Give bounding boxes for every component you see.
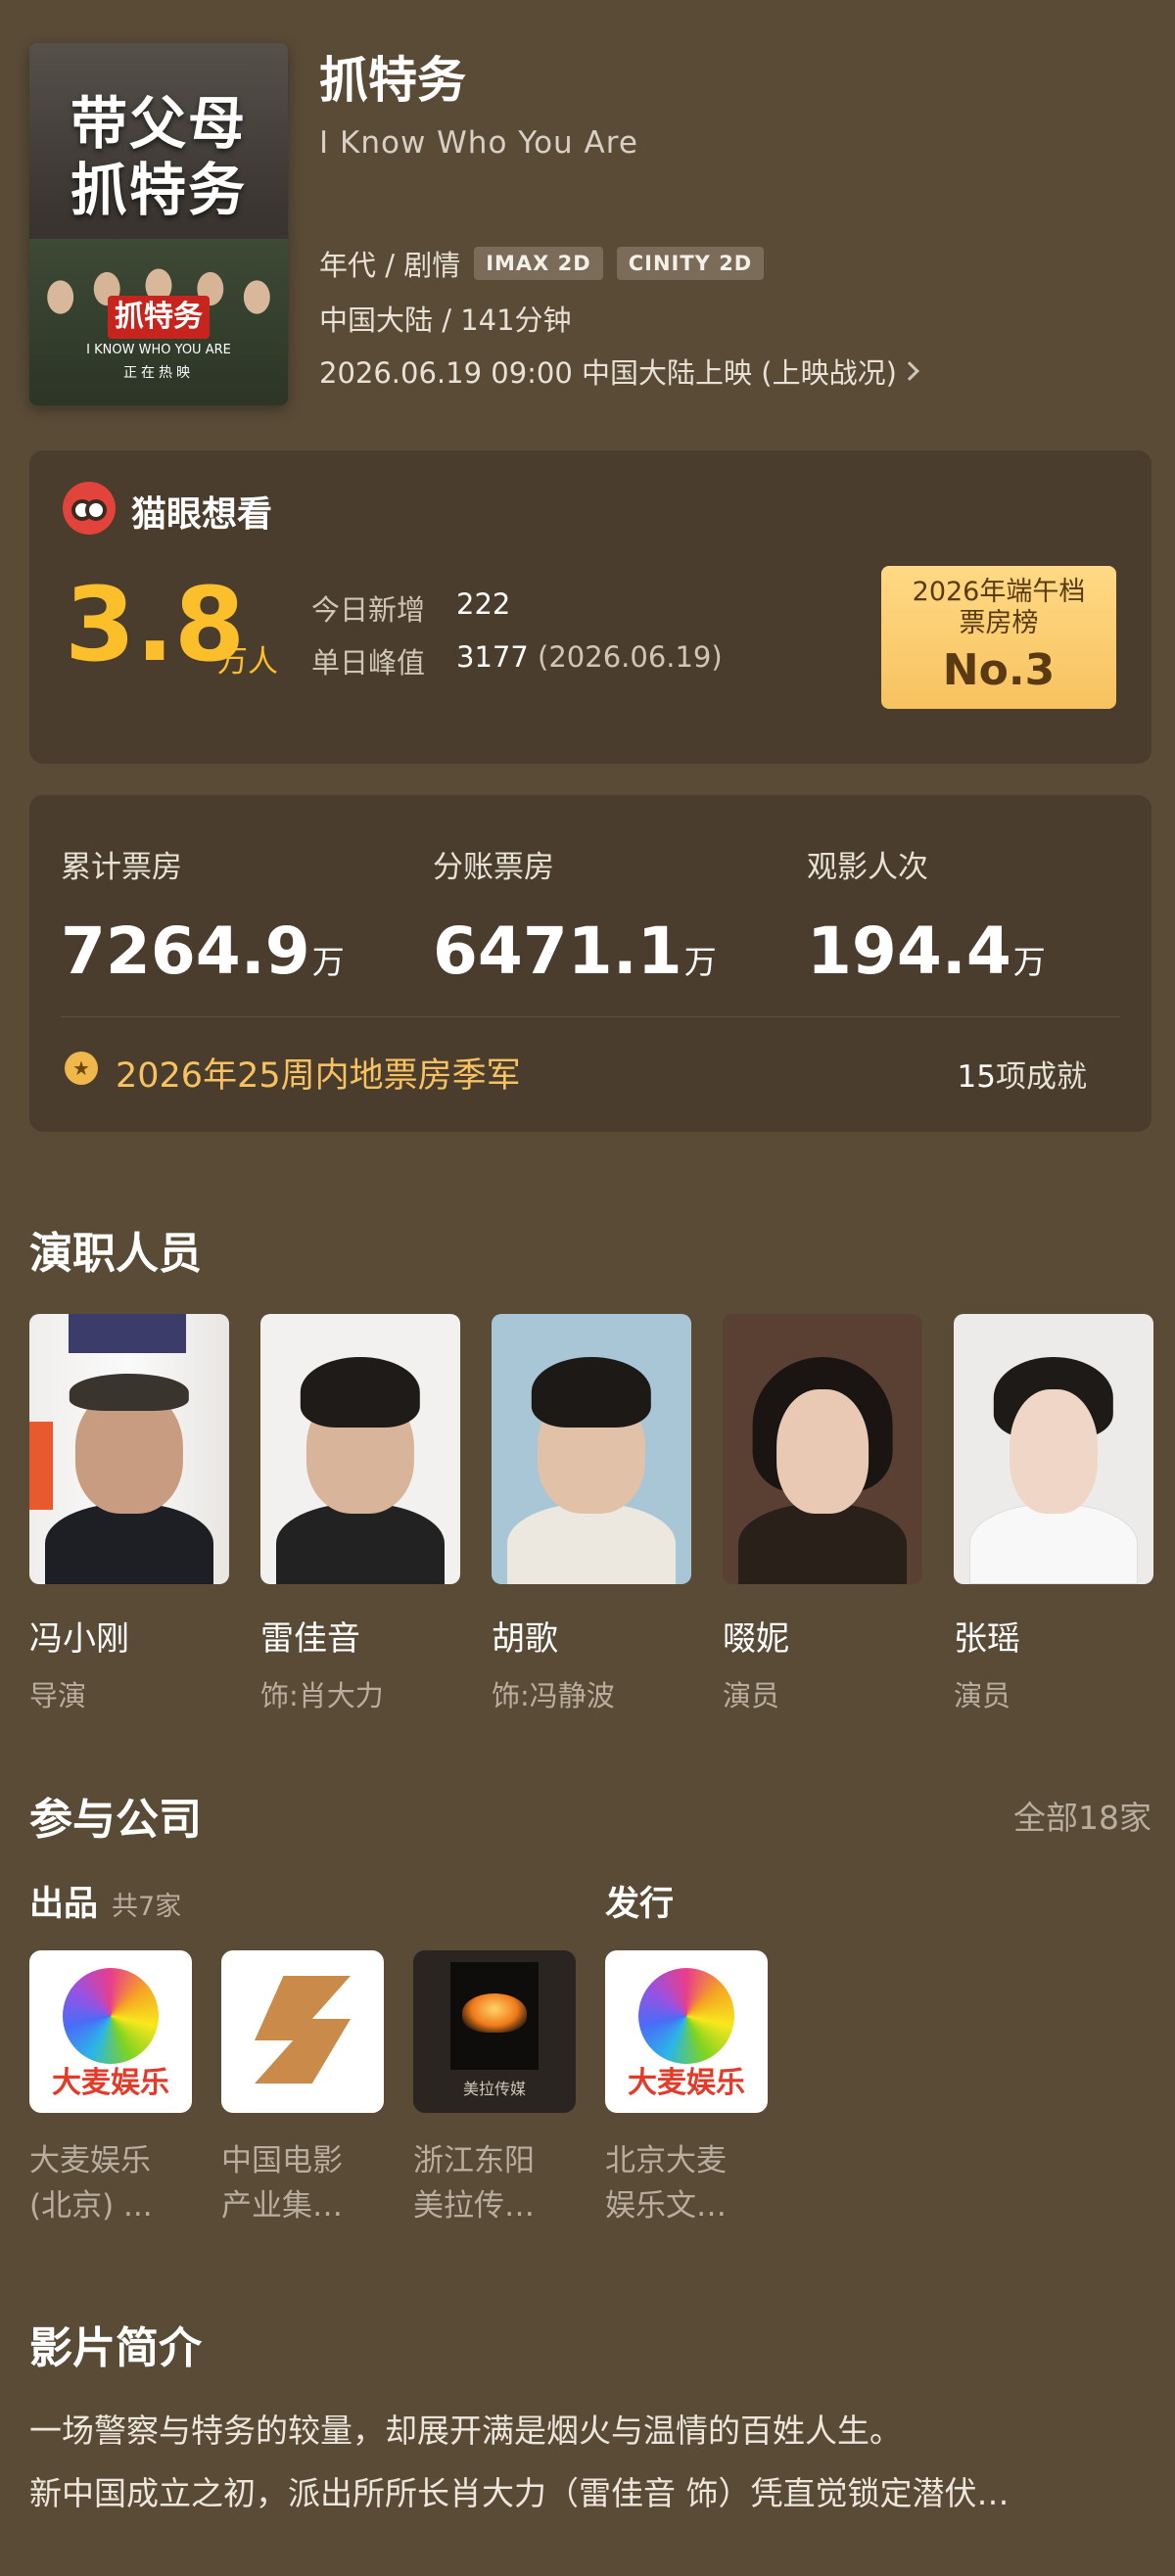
stat-value: 194.4万 <box>807 913 1046 989</box>
cast-member[interactable]: 啜妮 演员 <box>723 1314 922 1714</box>
company-name: 中国电影 产业集… <box>221 2143 343 2224</box>
cast-photo <box>260 1314 460 1584</box>
movie-title: 抓特务 <box>319 52 466 109</box>
cast-name: 雷佳音 <box>260 1619 360 1659</box>
producer-count: 共7家 <box>112 1892 182 1922</box>
chevron-right-icon <box>900 361 919 381</box>
company-item[interactable]: 中国电影 产业集… <box>221 1950 384 2228</box>
achievement-count: 15 <box>957 1059 996 1095</box>
poster-logo: 抓特务 <box>108 296 210 339</box>
cast-photo <box>492 1314 691 1584</box>
divider <box>61 1016 1120 1017</box>
poster-status: 正在热映 <box>123 365 194 381</box>
peak-label: 单日峰值 <box>311 646 426 679</box>
intro-line[interactable]: 新中国成立之初，派出所所长肖大力（雷佳音 饰）凭直觉锁定潜伏… <box>29 2467 1010 2514</box>
achievements-link[interactable]: 15项成就 <box>958 1052 1087 1096</box>
achievement-count-label: 项成就 <box>996 1059 1087 1095</box>
stat-label: 累计票房 <box>61 850 182 885</box>
cast-list[interactable]: 冯小刚 导演 雷佳音 饰:肖大力 胡歌 饰:冯静波 啜妮 演员 张瑶 演员 <box>29 1314 1175 1712</box>
cast-photo <box>954 1314 1153 1584</box>
cast-section-title: 演职人员 <box>29 1229 202 1279</box>
company-name: 大麦娱乐 (北京) ... <box>29 2143 153 2224</box>
damai-logo: 大麦娱乐 <box>605 1950 768 2113</box>
rank-list-name: 票房榜 <box>959 608 1039 638</box>
stat-label: 观影人次 <box>807 850 928 885</box>
rank-value: No.3 <box>942 645 1056 695</box>
want-label: 猫眼想看 <box>131 494 273 535</box>
companies-all-link[interactable]: 全部18家 <box>1013 1792 1152 1839</box>
total-box-office: 累计票房 7264.9万 <box>61 842 345 999</box>
cast-name: 啜妮 <box>723 1619 789 1659</box>
peak-number: 3177 <box>456 640 529 674</box>
cast-name: 冯小刚 <box>29 1619 129 1659</box>
cast-member[interactable]: 雷佳音 饰:肖大力 <box>260 1314 460 1714</box>
cast-role: 导演 <box>29 1679 87 1712</box>
producer-label: 出品 <box>29 1885 99 1924</box>
split-box-office: 分账票房 6471.1万 <box>433 842 717 999</box>
release-text: 2026.06.19 09:00 中国大陆上映 (上映战况) <box>319 356 897 390</box>
maoyan-cat-icon <box>63 482 116 535</box>
want-to-see-card[interactable]: 猫眼想看 3.8 万人 今日新增 222 单日峰值 3177 (2026.06.… <box>29 450 1152 764</box>
peak-value: 3177 (2026.06.19) <box>456 640 723 674</box>
peak-date: (2026.06.19) <box>538 640 723 674</box>
admissions: 观影人次 194.4万 <box>807 842 1046 999</box>
today-new-value: 222 <box>456 587 511 621</box>
cast-name: 张瑶 <box>954 1619 1020 1659</box>
stat-value: 6471.1万 <box>433 913 717 989</box>
stat-label: 分账票房 <box>433 850 554 885</box>
cast-photo <box>723 1314 922 1584</box>
stat-value: 7264.9万 <box>61 913 345 989</box>
cast-role: 饰:肖大力 <box>260 1679 384 1712</box>
intro-section-title: 影片简介 <box>29 2323 202 2373</box>
company-name: 浙江东阳 美拉传… <box>413 2143 535 2224</box>
format-tag-cinity: CINITY 2D <box>616 247 765 280</box>
companies-section-title: 参与公司 <box>29 1795 202 1845</box>
company-item[interactable]: 大麦娱乐 大麦娱乐 (北京) ... <box>29 1950 192 2228</box>
today-new-label: 今日新增 <box>311 593 426 627</box>
cast-member[interactable]: 冯小刚 导演 <box>29 1314 229 1714</box>
cast-role: 饰:冯静波 <box>492 1679 615 1712</box>
meila-media-logo: 美拉传媒 <box>413 1950 576 2113</box>
box-office-card[interactable]: 累计票房 7264.9万 分账票房 6471.1万 观影人次 194.4万 ★ … <box>29 795 1152 1132</box>
cast-member[interactable]: 胡歌 饰:冯静波 <box>492 1314 691 1714</box>
company-name: 北京大麦 娱乐文… <box>605 2143 727 2224</box>
poster-subtitle: I KNOW WHO YOU ARE <box>86 343 231 357</box>
company-item[interactable]: 大麦娱乐 北京大麦 娱乐文… <box>605 1950 768 2228</box>
intro-line[interactable]: 一场警察与特务的较量，却展开满是烟火与温情的百姓人生。 <box>29 2405 902 2452</box>
genre-row: 年代 / 剧情 IMAX 2D CINITY 2D <box>319 243 765 284</box>
company-item[interactable]: 美拉传媒 浙江东阳 美拉传… <box>413 1950 576 2228</box>
cast-photo <box>29 1314 229 1584</box>
damai-logo: 大麦娱乐 <box>29 1950 192 2113</box>
poster-title: 带父母 抓特务 <box>70 90 247 223</box>
achievement-text[interactable]: 2026年25周内地票房季军 <box>116 1048 521 1098</box>
region-duration: 中国大陆 / 141分钟 <box>319 304 572 337</box>
distributor-heading: 发行 <box>605 1885 675 1924</box>
producer-heading: 出品 共7家 <box>29 1876 181 1926</box>
cast-name: 胡歌 <box>492 1619 558 1659</box>
cast-role: 演员 <box>723 1679 780 1712</box>
cast-member[interactable]: 张瑶 演员 <box>954 1314 1153 1714</box>
release-info-link[interactable]: 2026.06.19 09:00 中国大陆上映 (上映战况) <box>319 351 919 392</box>
china-film-logo <box>221 1950 384 2113</box>
movie-title-en: I Know Who You Are <box>319 125 638 161</box>
medal-icon: ★ <box>65 1052 98 1085</box>
box-office-rank-badge[interactable]: 2026年端午档 票房榜 No.3 <box>881 566 1116 709</box>
movie-poster[interactable]: 带父母 抓特务 抓特务 I KNOW WHO YOU ARE 正在热映 <box>29 43 288 405</box>
format-tag-imax: IMAX 2D <box>474 247 603 280</box>
want-unit: 万人 <box>217 644 278 679</box>
rank-season: 2026年端午档 <box>912 577 1086 607</box>
genre-text: 年代 / 剧情 <box>319 249 461 282</box>
cast-role: 演员 <box>954 1679 1011 1712</box>
